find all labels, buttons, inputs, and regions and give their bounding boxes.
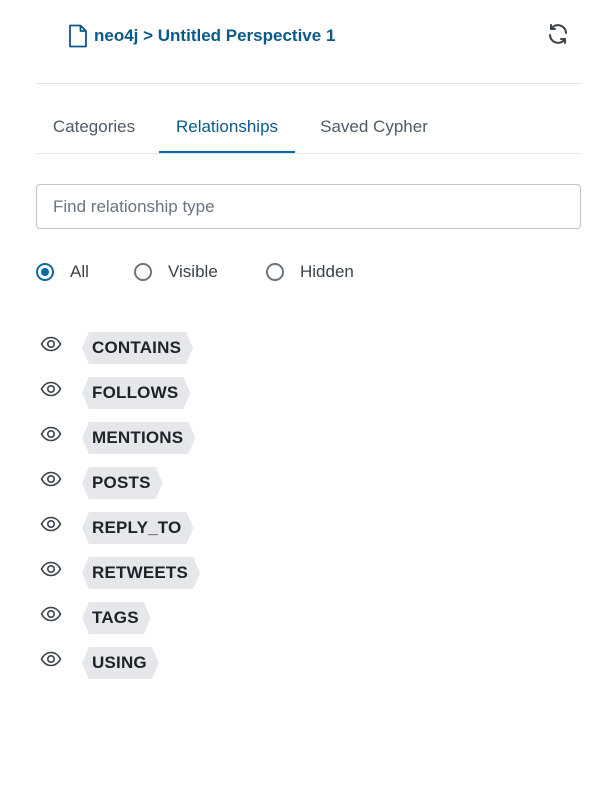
tab-bar: Categories Relationships Saved Cypher xyxy=(36,104,581,154)
eye-icon[interactable] xyxy=(40,378,62,400)
eye-icon[interactable] xyxy=(40,468,62,490)
list-item: RETWEETS xyxy=(40,551,560,596)
eye-icon[interactable] xyxy=(40,423,62,445)
relationship-tag[interactable]: REPLY_TO xyxy=(82,512,193,544)
radio-visible-circle xyxy=(134,263,152,281)
list-item: MENTIONS xyxy=(40,416,560,461)
eye-icon[interactable] xyxy=(40,648,62,670)
radio-visible-label: Visible xyxy=(168,262,218,281)
radio-visible[interactable]: Visible xyxy=(134,258,218,286)
list-item: FOLLOWS xyxy=(40,371,560,416)
search-box xyxy=(36,184,581,229)
radio-hidden-circle xyxy=(266,263,284,281)
file-icon xyxy=(68,24,88,48)
breadcrumb-text: neo4j > Untitled Perspective 1 xyxy=(94,26,336,45)
radio-hidden[interactable]: Hidden xyxy=(266,258,354,286)
relationship-tag[interactable]: MENTIONS xyxy=(82,422,195,454)
relationship-tag[interactable]: TAGS xyxy=(82,602,151,634)
relationship-search-input[interactable] xyxy=(37,185,580,228)
list-item: REPLY_TO xyxy=(40,506,560,551)
tab-saved-cypher[interactable]: Saved Cypher xyxy=(312,104,436,152)
tabs-divider xyxy=(36,153,581,154)
breadcrumb[interactable]: neo4j > Untitled Perspective 1 xyxy=(68,22,335,50)
list-item: TAGS xyxy=(40,596,560,641)
relationship-tag[interactable]: USING xyxy=(82,647,159,679)
list-item: CONTAINS xyxy=(40,326,560,371)
tab-categories[interactable]: Categories xyxy=(46,104,142,152)
relationship-list: CONTAINS FOLLOWS MENTIONS POSTS REPLY_TO… xyxy=(40,326,560,686)
header-divider xyxy=(35,83,582,84)
relationship-tag[interactable]: FOLLOWS xyxy=(82,377,190,409)
refresh-button[interactable] xyxy=(544,22,572,50)
radio-all-label: All xyxy=(70,262,89,281)
header: neo4j > Untitled Perspective 1 xyxy=(0,0,601,84)
list-item: POSTS xyxy=(40,461,560,506)
eye-icon[interactable] xyxy=(40,333,62,355)
list-item: USING xyxy=(40,641,560,686)
refresh-icon xyxy=(546,22,570,51)
relationship-tag[interactable]: RETWEETS xyxy=(82,557,200,589)
tab-relationships[interactable]: Relationships xyxy=(159,104,295,152)
eye-icon[interactable] xyxy=(40,513,62,535)
eye-icon[interactable] xyxy=(40,603,62,625)
radio-all[interactable]: All xyxy=(36,258,89,286)
radio-all-circle xyxy=(36,263,54,281)
radio-hidden-label: Hidden xyxy=(300,262,354,281)
eye-icon[interactable] xyxy=(40,558,62,580)
relationship-tag[interactable]: POSTS xyxy=(82,467,163,499)
relationship-tag[interactable]: CONTAINS xyxy=(82,332,193,364)
